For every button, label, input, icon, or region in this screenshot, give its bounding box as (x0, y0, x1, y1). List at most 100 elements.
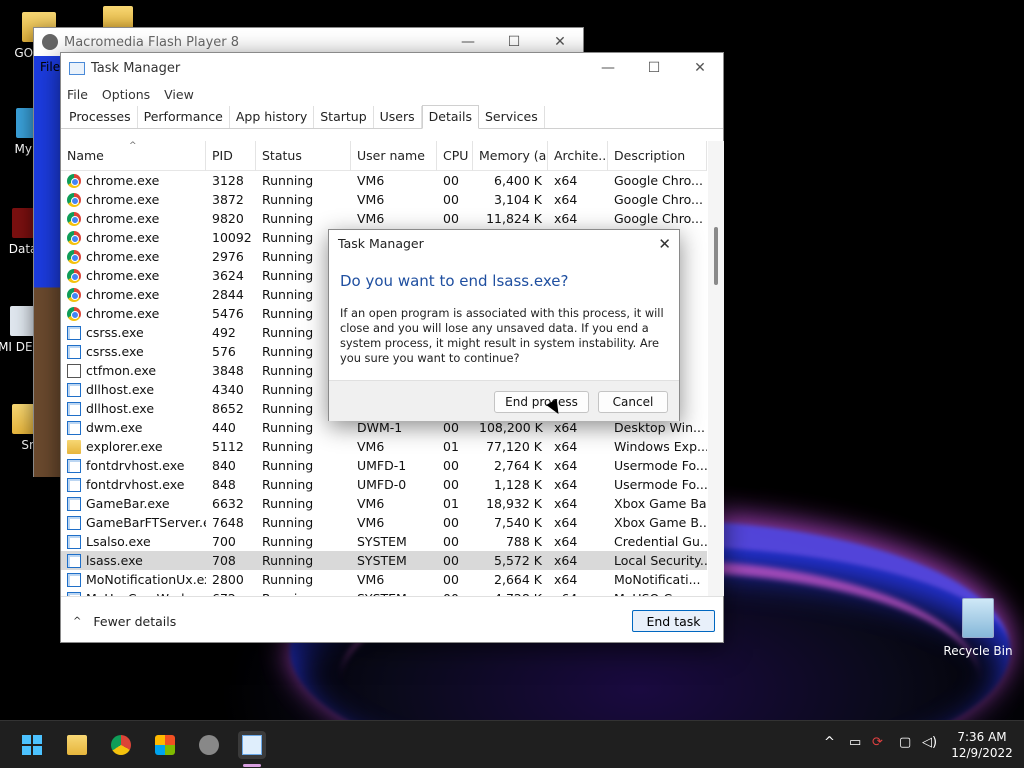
process-name: Lsalso.exe (86, 534, 151, 549)
network-icon[interactable]: ▭ (849, 735, 861, 750)
system-clock[interactable]: 7:36 AM 12/9/2022 (948, 729, 1016, 761)
process-mem-cell: 77,120 K (486, 439, 542, 454)
flash-menu-file[interactable]: File (40, 60, 60, 74)
process-cpu-cell: 00 (443, 515, 459, 530)
tab-startup[interactable]: Startup (314, 106, 374, 128)
dialog-title-bar[interactable]: Task Manager ✕ (329, 230, 679, 258)
desktop-icon-recycle-bin[interactable]: Recycle Bin (942, 598, 1014, 658)
start-button[interactable] (18, 731, 46, 759)
sort-ascending-icon: ^ (129, 141, 137, 151)
process-pid-cell: 2844 (212, 287, 244, 302)
process-pid-cell: 3848 (212, 363, 244, 378)
column-cpu[interactable]: CPU (437, 141, 473, 171)
column-status[interactable]: Status (256, 141, 351, 171)
taskbar-task-manager[interactable] (238, 731, 266, 759)
menu-file[interactable]: File (67, 87, 88, 102)
process-desc-cell: Usermode Fo... (614, 458, 707, 473)
table-header: ^ Name PID Status User name CPU Memory (… (61, 141, 707, 171)
process-desc-cell: Usermode Fo... (614, 477, 707, 492)
process-pid-cell: 4340 (212, 382, 244, 397)
chrome-icon (67, 192, 81, 207)
process-status-cell: Running (262, 553, 314, 568)
end-process-button[interactable]: End process (494, 391, 589, 413)
tab-services[interactable]: Services (479, 106, 545, 128)
table-row[interactable]: chrome.exe 3872 Running VM6 00 3,104 K x64 Goog… (61, 190, 707, 209)
chrome-icon (111, 735, 131, 755)
process-cpu-cell: 00 (443, 553, 459, 568)
taskbar-chrome[interactable] (107, 731, 135, 759)
menu-bar: File Options View (61, 83, 723, 105)
process-user-cell: VM6 (357, 211, 385, 226)
table-row[interactable]: chrome.exe 3128 Running VM6 00 6,400 K x64 Goog… (61, 171, 707, 190)
process-mem-cell: 2,764 K (494, 458, 542, 473)
process-pid-cell: 5476 (212, 306, 244, 321)
process-mem-cell: 11,824 K (486, 211, 542, 226)
process-name: csrss.exe (86, 344, 144, 359)
exe-icon (67, 496, 81, 511)
process-name-cell: Lsalso.exe (61, 532, 206, 551)
taskbar-flash-player[interactable] (195, 731, 223, 759)
process-name-cell: chrome.exe (61, 247, 206, 266)
table-row[interactable]: Lsalso.exe 700 Running SYSTEM 00 788 K x64 Cred… (61, 532, 707, 551)
volume-icon[interactable]: ◁) (922, 735, 937, 750)
clock-time: 7:36 AM (957, 730, 1007, 744)
tab-performance[interactable]: Performance (138, 106, 230, 128)
column-description[interactable]: Description (608, 141, 707, 171)
vertical-scrollbar[interactable] (708, 141, 724, 596)
taskbar-file-explorer[interactable] (63, 731, 91, 759)
tab-app-history[interactable]: App history (230, 106, 315, 128)
folder-icon (67, 439, 81, 454)
process-pid-cell: 6632 (212, 496, 244, 511)
menu-view[interactable]: View (164, 87, 194, 102)
process-desc-cell: MoNotificati... (614, 572, 701, 587)
column-architecture[interactable]: Archite... (548, 141, 608, 171)
task-manager-icon (242, 735, 262, 755)
table-row[interactable]: lsass.exe 708 Running SYSTEM 00 5,572 K x64 Loc… (61, 551, 707, 570)
table-row[interactable]: GameBarFTServer.exe 7648 Running VM6 00 7,540… (61, 513, 707, 532)
chrome-icon (67, 249, 81, 264)
process-user-cell: VM6 (357, 192, 385, 207)
process-desc-cell: MoUSO Core ... (608, 589, 707, 596)
table-row[interactable]: fontdrvhost.exe 848 Running UMFD-0 00 1,128 K… (61, 475, 707, 494)
tab-details[interactable]: Details (421, 105, 479, 129)
process-name-cell: GameBar.exe (61, 494, 206, 513)
fewer-details-toggle[interactable]: ^ Fewer details (73, 614, 176, 629)
minimize-icon[interactable]: — (585, 53, 631, 83)
process-name: GameBarFTServer.exe (86, 515, 206, 530)
table-row[interactable]: explorer.exe 5112 Running VM6 01 77,120 K x64 W… (61, 437, 707, 456)
table-row[interactable]: MoNotificationUx.exe 2800 Running VM6 00 2,66… (61, 570, 707, 589)
close-icon[interactable]: ✕ (658, 230, 671, 258)
process-mem-cell: 1,128 K (494, 477, 542, 492)
column-memory[interactable]: Memory (a... (473, 141, 548, 171)
process-status-cell: Running (262, 534, 314, 549)
menu-options[interactable]: Options (102, 87, 150, 102)
process-name: MoUsoCoreWorker.e... (86, 589, 206, 596)
process-mem-cell: 5,572 K (494, 553, 542, 568)
chrome-icon (67, 306, 81, 321)
process-cpu-cell: 00 (437, 589, 473, 596)
sync-icon[interactable]: ⟳ (872, 735, 883, 750)
process-arch-cell: x64 (554, 439, 578, 454)
windows-icon (22, 735, 42, 755)
column-pid[interactable]: PID (206, 141, 256, 171)
cancel-button[interactable]: Cancel (598, 391, 668, 413)
process-user-cell: SYSTEM (351, 589, 437, 596)
chevron-up-icon[interactable]: ^ (824, 735, 835, 750)
tab-users[interactable]: Users (374, 106, 422, 128)
end-process-dialog[interactable]: Task Manager ✕ Do you want to end lsass.… (328, 229, 680, 421)
tab-processes[interactable]: Processes (63, 106, 138, 128)
process-arch-cell: x64 (548, 589, 608, 596)
table-row[interactable]: chrome.exe 9820 Running VM6 00 11,824 K x64 Goo… (61, 209, 707, 228)
table-row[interactable]: MoUsoCoreWorker.e...672RunningSYSTEM004,… (61, 589, 707, 596)
table-row[interactable]: GameBar.exe 6632 Running VM6 01 18,932 K x64 Xb… (61, 494, 707, 513)
column-user-name[interactable]: User name (351, 141, 437, 171)
scrollbar-thumb[interactable] (714, 227, 718, 285)
end-task-button[interactable]: End task (632, 610, 715, 632)
close-icon[interactable]: ✕ (677, 53, 723, 83)
process-pid-cell: 2976 (212, 249, 244, 264)
display-icon[interactable]: ▢ (899, 735, 911, 750)
maximize-icon[interactable]: ☐ (631, 53, 677, 83)
table-row[interactable]: fontdrvhost.exe 840 Running UMFD-1 00 2,764 K… (61, 456, 707, 475)
taskbar-store[interactable] (151, 731, 179, 759)
process-pid-cell: 440 (212, 420, 236, 435)
